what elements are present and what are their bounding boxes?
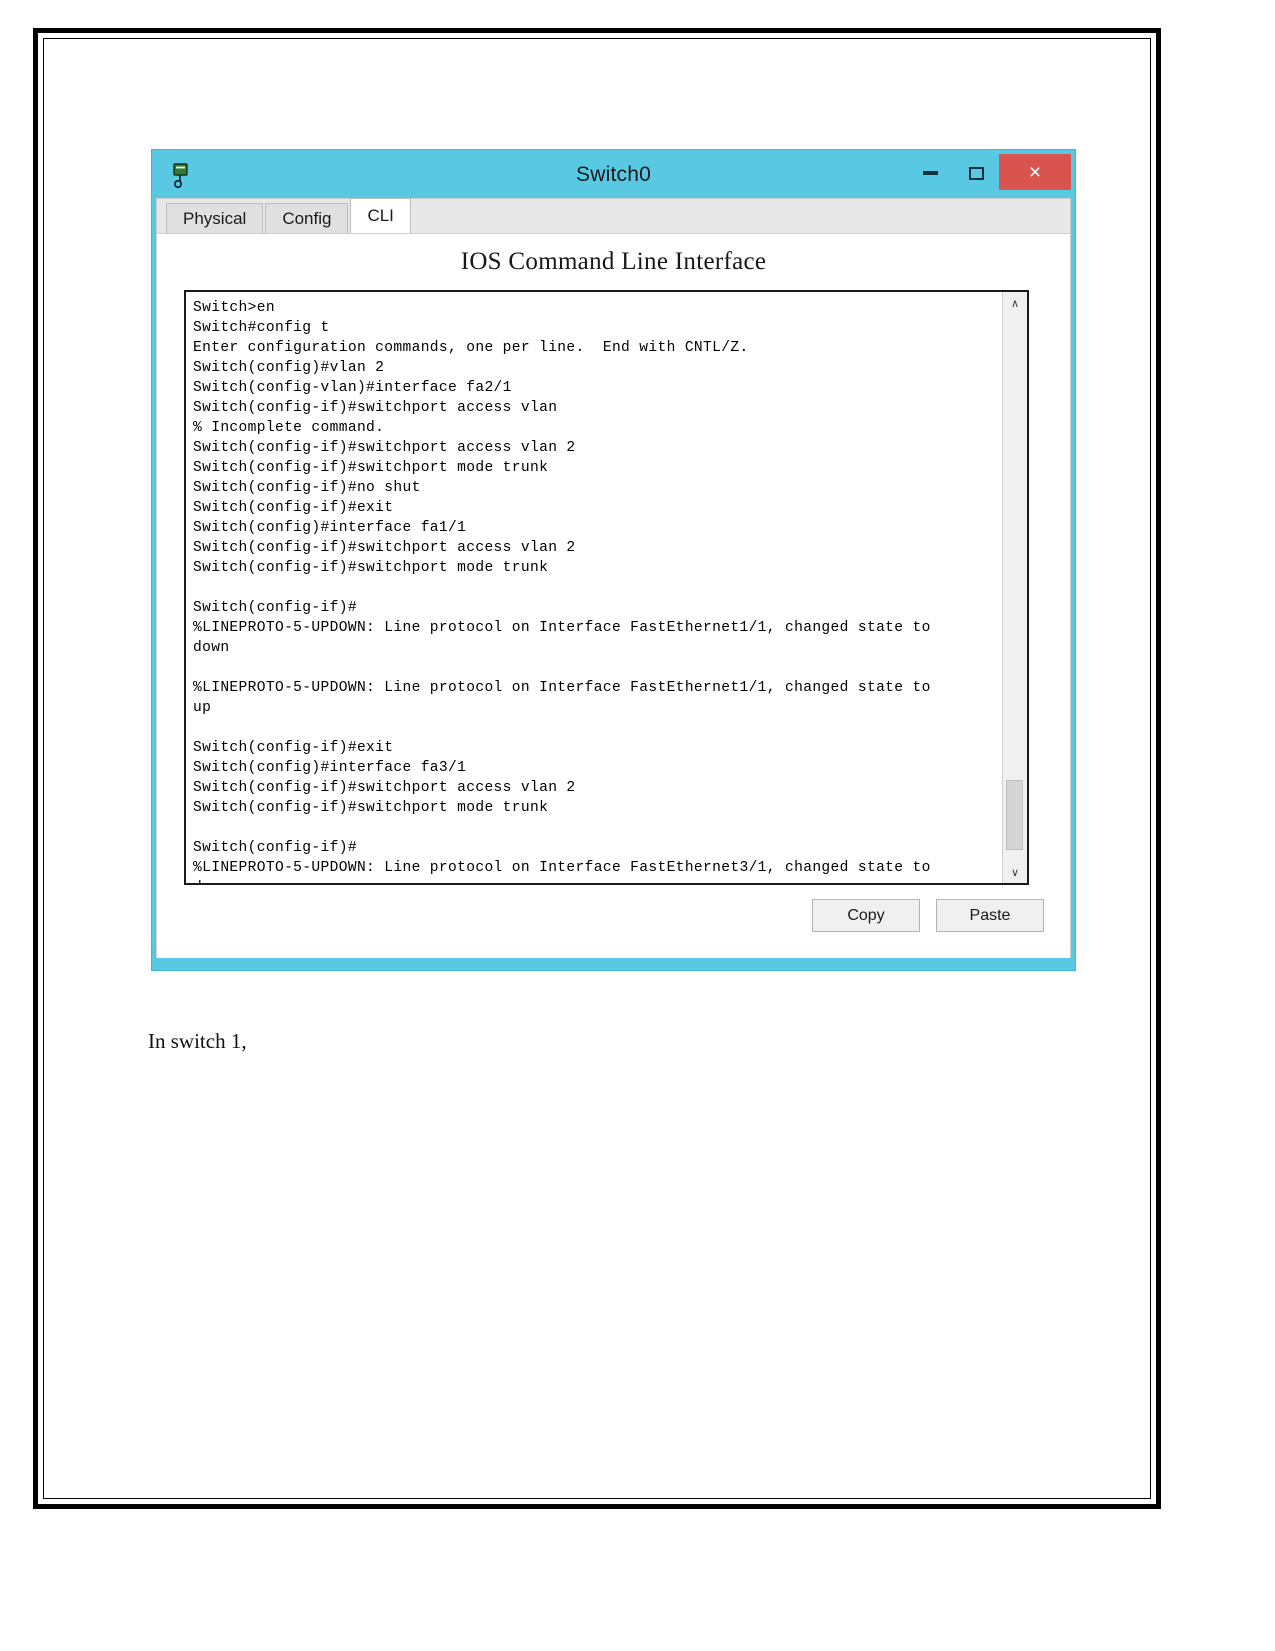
maximize-button[interactable] [953, 154, 999, 192]
terminal-line: down [193, 640, 230, 656]
terminal-scrollbar[interactable]: ∧ ∨ [1002, 292, 1027, 883]
window-titlebar: Switch0 × [156, 154, 1071, 198]
terminal-line: Switch(config-if)#switchport access vlan [193, 400, 558, 416]
terminal-line: % Incomplete command. [193, 420, 385, 436]
scroll-up-icon[interactable]: ∧ [1003, 292, 1027, 314]
terminal-line: Switch(config)#vlan 2 [193, 360, 385, 376]
terminal-line: Switch(config-if)#switchport mode trunk [193, 460, 549, 476]
copy-button[interactable]: Copy [812, 899, 920, 932]
terminal-line: Switch(config-if)#no shut [193, 480, 421, 496]
terminal-line: Switch>en [193, 300, 275, 316]
terminal-line: Switch(config-vlan)#interface fa2/1 [193, 380, 512, 396]
document-caption: In switch 1, [148, 1029, 247, 1053]
scroll-down-icon[interactable]: ∨ [1003, 861, 1027, 883]
terminal-line: up [193, 700, 212, 716]
window-client-area: Physical Config CLI IOS Command Line Int… [156, 198, 1071, 958]
terminal-line: Switch(config-if)#switchport access vlan… [193, 780, 576, 796]
terminal-line: down [193, 878, 1002, 883]
packet-tracer-device-window: Switch0 × Physical Config CLI IOS Comman… [151, 149, 1076, 971]
terminal-line: Switch(config-if)#exit [193, 740, 394, 756]
paste-button[interactable]: Paste [936, 899, 1044, 932]
minimize-button[interactable] [907, 154, 953, 192]
terminal-line: Switch(config-if)# [193, 600, 357, 616]
panel-title: IOS Command Line Interface [460, 248, 767, 275]
scrollbar-thumb[interactable] [1006, 780, 1023, 850]
terminal-line: Switch#config t [193, 320, 330, 336]
cli-panel: IOS Command Line Interface Switch>en Swit… [157, 234, 1070, 958]
tab-cli[interactable]: CLI [350, 198, 411, 233]
terminal-line: Switch(config)#interface fa3/1 [193, 760, 467, 776]
document-page-inner-border: Switch0 × Physical Config CLI IOS Comman… [43, 38, 1151, 1499]
terminal-line: Switch(config-if)#switchport access vlan… [193, 540, 576, 556]
maximize-icon [968, 166, 984, 180]
action-buttons: Copy Paste [812, 899, 1044, 932]
minimize-icon [922, 171, 938, 175]
terminal-line: Switch(config-if)# [193, 840, 357, 856]
tab-strip: Physical Config CLI [157, 198, 1070, 234]
terminal-line: %LINEPROTO-5-UPDOWN: Line protocol on In… [193, 860, 931, 876]
document-page: Switch0 × Physical Config CLI IOS Comman… [33, 28, 1161, 1509]
tab-physical[interactable]: Physical [166, 203, 264, 233]
terminal-line: Switch(config-if)#switchport mode trunk [193, 800, 549, 816]
terminal-line: %LINEPROTO-5-UPDOWN: Line protocol on In… [193, 680, 931, 696]
terminal-line: Enter configuration commands, one per li… [193, 340, 749, 356]
terminal-line: Switch(config)#interface fa1/1 [193, 520, 467, 536]
terminal-line: Switch(config-if)#switchport access vlan… [193, 440, 576, 456]
terminal-output[interactable]: Switch>en Switch#config t Enter configurat… [186, 292, 1002, 883]
close-button[interactable]: × [999, 154, 1071, 190]
tab-config[interactable]: Config [265, 203, 349, 233]
terminal-line: Switch(config-if)#switchport mode trunk [193, 560, 549, 576]
window-controls: × [907, 154, 1071, 198]
terminal-container: Switch>en Switch#config t Enter configurat… [184, 290, 1029, 885]
terminal-line: %LINEPROTO-5-UPDOWN: Line protocol on In… [193, 620, 931, 636]
terminal-line: Switch(config-if)#exit [193, 500, 394, 516]
